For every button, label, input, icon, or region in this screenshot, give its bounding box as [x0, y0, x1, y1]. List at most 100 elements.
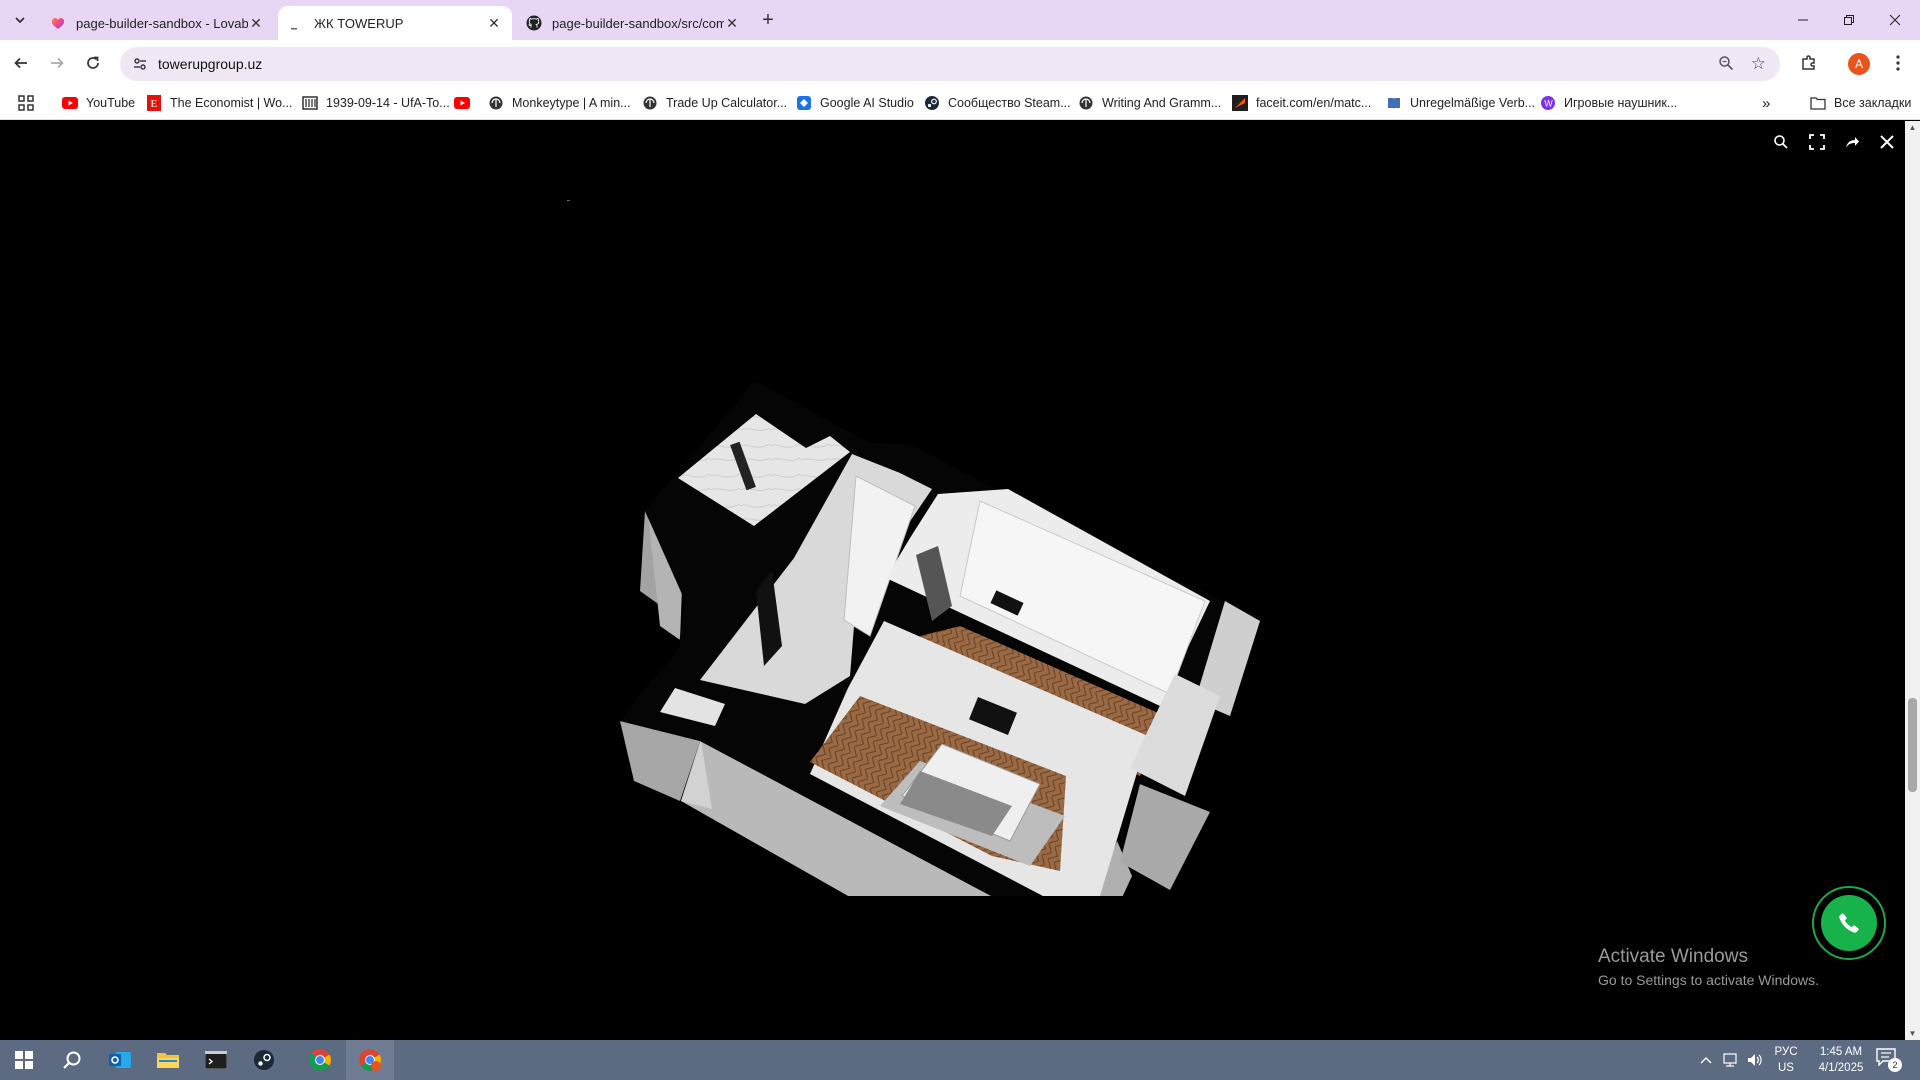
system-clock[interactable]: 1:45 AM 4/1/2025	[1808, 1044, 1874, 1076]
folder-icon	[1810, 95, 1826, 111]
tab-search-button[interactable]	[8, 8, 32, 32]
taskbar-chrome-profile[interactable]	[346, 1040, 394, 1080]
bookmark-youtube[interactable]: YouTube	[62, 93, 135, 113]
youtube-icon	[454, 95, 470, 111]
forward-button[interactable]	[44, 50, 70, 76]
outlook-icon	[109, 1052, 131, 1068]
book-icon	[1386, 95, 1402, 111]
bookmark-youtube-2[interactable]	[454, 93, 478, 113]
viewer-close-button[interactable]	[1874, 129, 1900, 155]
new-tab-button[interactable]: +	[756, 8, 780, 32]
ai-studio-icon	[796, 95, 812, 111]
chrome-profile-icon	[359, 1049, 382, 1071]
kebab-menu-icon[interactable]	[1885, 50, 1911, 76]
bookmark-tradeup[interactable]: Trade Up Calculator...	[642, 93, 787, 113]
bookmark-label: Сообщество Steam...	[948, 96, 1071, 110]
viewer-zoom-button[interactable]	[1768, 129, 1794, 155]
terminal-icon	[205, 1051, 227, 1069]
bookmark-writing[interactable]: Writing And Gramm...	[1078, 93, 1221, 113]
bookmark-label: Unregelmäßige Verb...	[1410, 96, 1536, 110]
apps-grid-button[interactable]	[18, 93, 34, 113]
taskbar-outlook[interactable]	[96, 1040, 144, 1080]
scrollbar-thumb[interactable]	[1908, 698, 1917, 792]
apartment-3d-model[interactable]	[620, 256, 1340, 896]
minimize-button[interactable]	[1780, 0, 1826, 40]
bookmark-archive[interactable]: 1939-09-14 - UfA-To...	[302, 93, 450, 113]
chevron-up-icon	[1700, 1057, 1712, 1064]
shop-icon: W	[1540, 95, 1556, 111]
call-button[interactable]	[1812, 886, 1886, 960]
close-tab-icon[interactable]: ✕	[248, 15, 264, 31]
restore-button[interactable]	[1826, 0, 1872, 40]
bookmark-ai-studio[interactable]: Google AI Studio	[796, 93, 914, 113]
activate-windows-watermark: Activate Windows Go to Settings to activ…	[1598, 946, 1819, 988]
tray-overflow-button[interactable]	[1694, 1040, 1718, 1080]
viewer-share-button[interactable]	[1839, 129, 1865, 155]
all-bookmarks-label: Все закладки	[1834, 96, 1912, 110]
scroll-up-arrow-icon[interactable]: ▲	[1908, 123, 1917, 132]
windows-taskbar: РУС US 1:45 AM 4/1/2025 2	[0, 1040, 1920, 1080]
tab-title: page-builder-sandbox/src/components	[552, 15, 724, 31]
network-icon	[1723, 1053, 1737, 1067]
input-language-indicator[interactable]: РУС US	[1772, 1044, 1800, 1076]
close-tab-icon[interactable]: ✕	[724, 15, 740, 31]
back-button[interactable]	[8, 50, 34, 76]
taskbar-file-explorer[interactable]	[144, 1040, 192, 1080]
tray-volume[interactable]	[1744, 1040, 1766, 1080]
bookmarks-overflow-button[interactable]: »	[1762, 93, 1770, 113]
taskbar-terminal[interactable]	[192, 1040, 240, 1080]
bookmark-label: 1939-09-14 - UfA-To...	[326, 96, 450, 110]
restore-icon	[1844, 15, 1854, 25]
extensions-icon[interactable]	[1796, 50, 1822, 76]
bookmark-label: Игровые наушник...	[1564, 96, 1678, 110]
bookmark-steam[interactable]: Сообщество Steam...	[924, 93, 1071, 113]
url-text[interactable]: towerupgroup.uz	[158, 56, 262, 72]
taskbar-search-button[interactable]	[48, 1040, 96, 1080]
taskbar-chrome[interactable]	[296, 1040, 344, 1080]
bookmark-headphones[interactable]: W Игровые наушник...	[1540, 93, 1677, 113]
chrome-icon	[309, 1049, 332, 1071]
chevron-down-icon	[15, 17, 25, 24]
all-bookmarks-button[interactable]: Все закладки	[1810, 93, 1911, 113]
profile-avatar[interactable]: A	[1848, 53, 1870, 75]
action-center-button[interactable]: 2	[1876, 1048, 1902, 1072]
search-icon	[63, 1051, 81, 1069]
address-bar[interactable]: towerupgroup.uz ☆	[120, 47, 1780, 81]
bookmark-star-icon[interactable]: ☆	[1751, 54, 1766, 74]
globe-icon	[1078, 95, 1094, 111]
youtube-icon	[62, 95, 78, 111]
scroll-down-arrow-icon[interactable]: ▼	[1908, 1029, 1917, 1038]
watermark-subtext: Go to Settings to activate Windows.	[1598, 972, 1819, 988]
tray-network[interactable]	[1720, 1040, 1742, 1080]
viewer-fullscreen-button[interactable]	[1804, 129, 1830, 155]
bookmark-faceit[interactable]: faceit.com/en/matc...	[1232, 93, 1371, 113]
bookmark-label: Writing And Gramm...	[1102, 96, 1222, 110]
zoom-icon[interactable]	[1718, 55, 1734, 76]
apartment-3d-viewer[interactable]	[0, 121, 1905, 1040]
tab-title: ЖК TOWERUP	[314, 15, 404, 31]
bookmark-verbs[interactable]: Unregelmäßige Verb...	[1386, 93, 1535, 113]
start-button[interactable]	[0, 1040, 48, 1080]
tab-towerup[interactable]: ЖК TOWERUP ✕	[278, 6, 512, 40]
speck	[567, 200, 570, 201]
bookmark-label: Trade Up Calculator...	[666, 96, 788, 110]
bookmark-label: YouTube	[86, 96, 136, 110]
lang-line-2: US	[1778, 1062, 1794, 1074]
bookmarks-bar: YouTube E The Economist | Wo... 1939-09-…	[0, 86, 1920, 120]
svg-text:W: W	[1544, 99, 1553, 109]
heart-icon	[50, 15, 66, 31]
close-window-button[interactable]	[1872, 0, 1918, 40]
watermark-heading: Activate Windows	[1598, 946, 1748, 967]
close-tab-icon[interactable]: ✕	[486, 15, 502, 31]
tab-lovable[interactable]: page-builder-sandbox - Lovable ✕	[40, 6, 274, 40]
tab-github[interactable]: page-builder-sandbox/src/components ✕	[516, 6, 750, 40]
tab-strip: page-builder-sandbox - Lovable ✕ ЖК TOWE…	[0, 0, 1920, 40]
bookmark-monkeytype[interactable]: Monkeytype | A min...	[488, 93, 631, 113]
taskbar-steam[interactable]	[240, 1040, 288, 1080]
loading-icon	[288, 15, 304, 31]
page-scrollbar[interactable]: ▲ ▼	[1905, 121, 1920, 1040]
site-settings-icon[interactable]	[132, 56, 148, 77]
bookmark-economist[interactable]: E The Economist | Wo...	[146, 93, 293, 113]
reload-button[interactable]	[80, 50, 106, 76]
volume-icon	[1748, 1054, 1762, 1066]
